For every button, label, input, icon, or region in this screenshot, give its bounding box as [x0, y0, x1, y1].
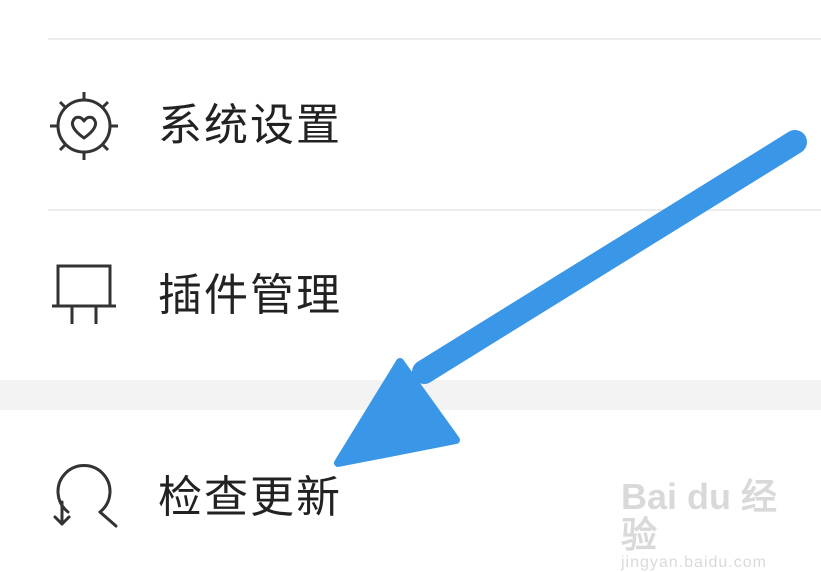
divider	[48, 38, 821, 40]
settings-heart-icon	[44, 86, 124, 166]
menu-item-label: 检查更新	[158, 472, 342, 523]
menu-item-label: 系统设置	[158, 100, 342, 151]
menu-item-check-update[interactable]: 检查更新	[0, 416, 821, 546]
menu-item-system-settings[interactable]: 系统设置	[0, 60, 821, 190]
section-separator	[0, 380, 821, 410]
plugin-icon	[44, 256, 124, 336]
menu-item-plugin-management[interactable]: 插件管理	[0, 232, 821, 362]
check-update-icon	[44, 456, 124, 536]
menu-item-label: 插件管理	[158, 270, 342, 321]
settings-menu: 系统设置 插件管理 检查更新	[0, 0, 821, 560]
divider	[48, 209, 821, 211]
